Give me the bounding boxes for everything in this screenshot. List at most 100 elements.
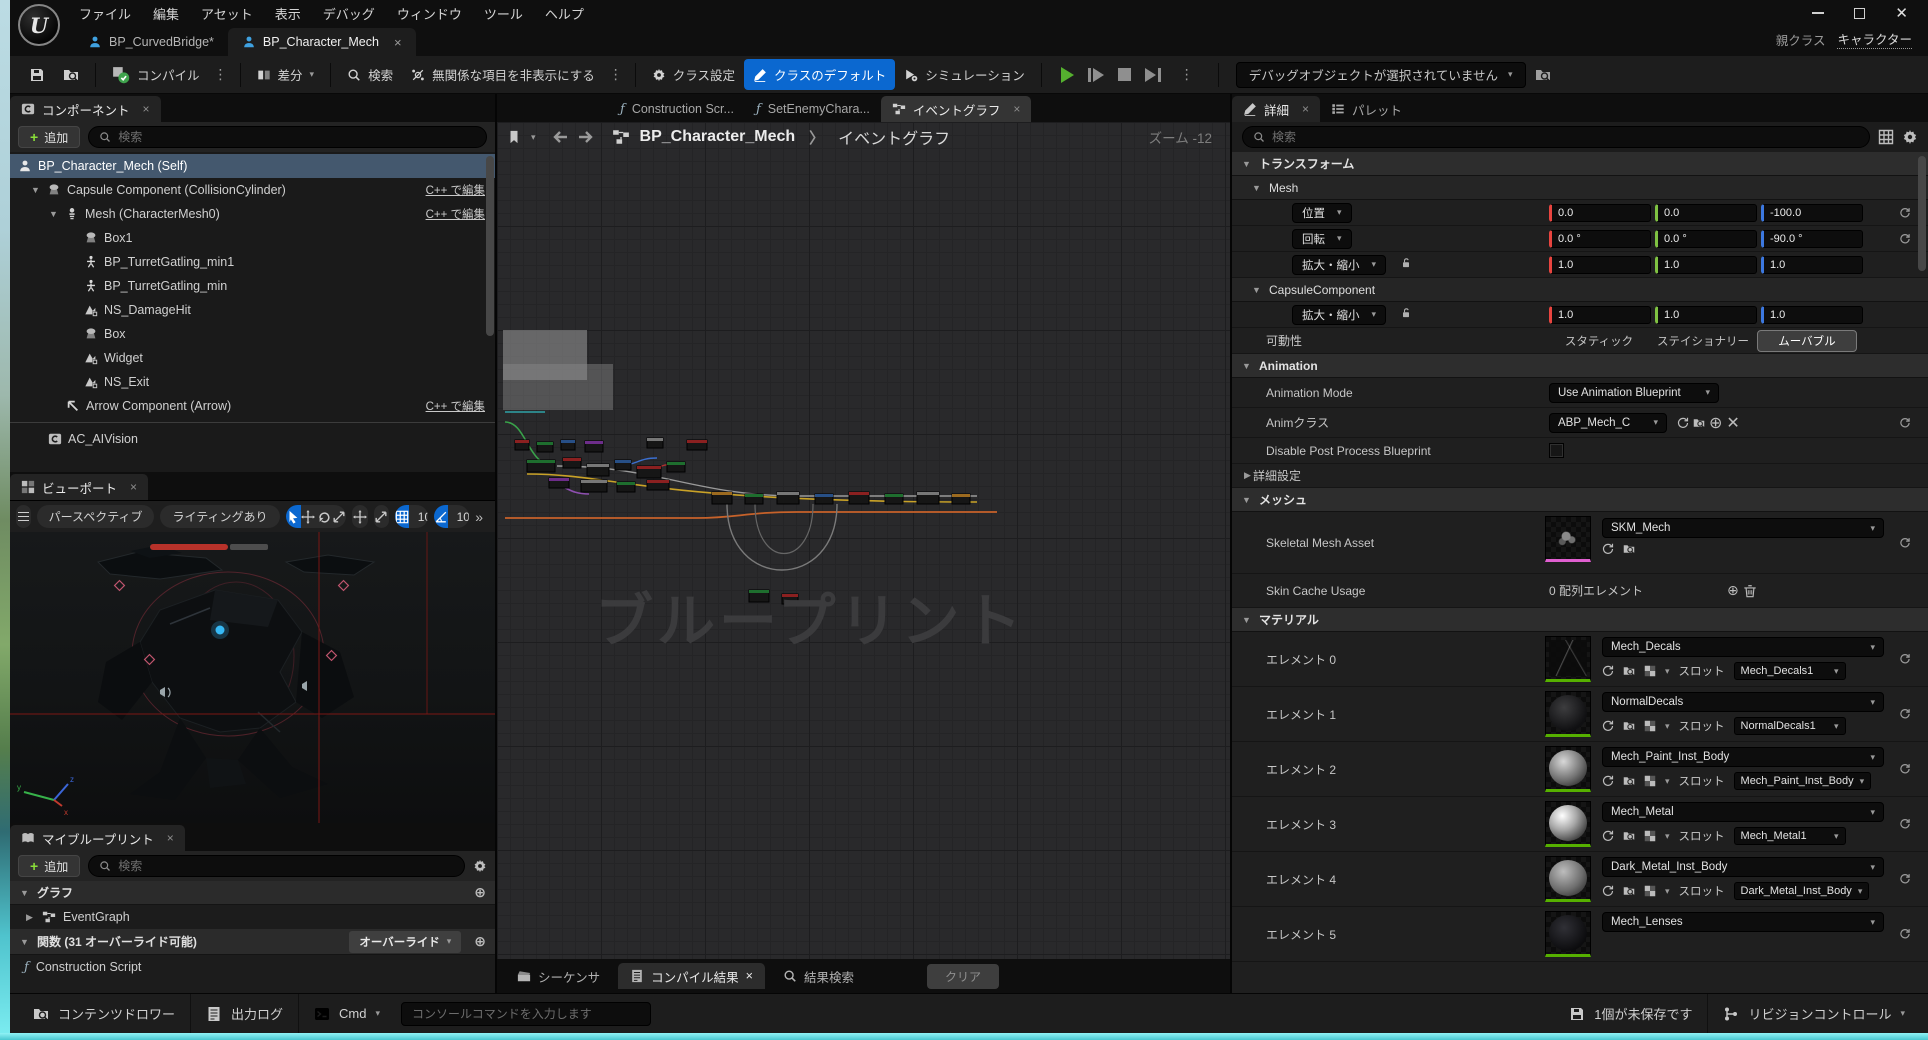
output-log-button[interactable]: 出力ログ: [191, 994, 298, 1033]
unsaved-assets-button[interactable]: 1個が未保存です: [1554, 994, 1707, 1033]
tree-row-arrow-component[interactable]: Arrow Component (Arrow) C++ で編集: [10, 394, 495, 418]
surface-snap-icon[interactable]: [374, 505, 389, 528]
clear-button[interactable]: クリア: [927, 964, 999, 989]
details-settings-icon[interactable]: [1902, 129, 1918, 145]
slot-name-field[interactable]: Mech_Paint_Inst_Body ▾: [1734, 772, 1872, 790]
event-graph-canvas[interactable]: ブループリント: [497, 122, 1230, 959]
material-thumbnail[interactable]: [1545, 801, 1591, 847]
add-graph-icon[interactable]: ⊕: [474, 884, 486, 901]
rotation-z-field[interactable]: -90.0 °: [1761, 230, 1863, 248]
rotation-dropdown[interactable]: 回転 ▾: [1292, 229, 1352, 249]
tree-row-ns-exit[interactable]: NS_Exit: [10, 370, 495, 394]
material-dropdown[interactable]: Mech_Metal ▾: [1602, 802, 1884, 822]
material-thumbnail[interactable]: [1545, 856, 1591, 902]
rotation-snap-value[interactable]: 10°: [448, 505, 470, 528]
diff-button[interactable]: 差分 ▾: [248, 59, 324, 90]
reset-to-default-icon[interactable]: [1894, 873, 1916, 885]
skeletal-mesh-thumbnail[interactable]: [1545, 516, 1591, 562]
breadcrumb-current[interactable]: イベントグラフ: [838, 125, 950, 149]
use-selected-asset-icon[interactable]: [1677, 417, 1689, 429]
browse-asset-button[interactable]: [54, 61, 88, 89]
grid-snap-value[interactable]: 10: [409, 505, 428, 528]
tab-construction-script-graph[interactable]: ƒ Construction Scr...: [609, 96, 745, 122]
expander-icon[interactable]: ▼: [1241, 495, 1252, 505]
material-dropdown[interactable]: Mech_Decals ▾: [1602, 637, 1884, 657]
tab-close-icon[interactable]: ×: [746, 969, 753, 983]
browse-to-asset-icon[interactable]: [1623, 543, 1635, 555]
menu-asset[interactable]: アセット: [190, 0, 264, 28]
move-tool-icon[interactable]: [301, 505, 316, 528]
material-options-icon[interactable]: [1644, 830, 1656, 842]
play-options-kebab-icon[interactable]: ⋮: [1175, 66, 1199, 83]
viewport-menu-icon[interactable]: [16, 505, 31, 528]
reset-to-default-icon[interactable]: [1894, 233, 1916, 245]
reset-to-default-icon[interactable]: [1894, 417, 1916, 429]
override-dropdown[interactable]: オーバーライド ▾: [349, 931, 461, 953]
expander-icon[interactable]: ▼: [1241, 361, 1252, 371]
debug-browse-button[interactable]: [1526, 61, 1560, 89]
subsection-capsule-component[interactable]: ▼ CapsuleComponent: [1232, 278, 1928, 302]
tree-row-box[interactable]: Box: [10, 322, 495, 346]
add-array-element-icon[interactable]: ⊕: [1727, 582, 1739, 599]
tab-details[interactable]: 詳細 ×: [1232, 96, 1320, 122]
tab-sequencer[interactable]: シーケンサ: [505, 963, 612, 989]
use-selected-asset-icon[interactable]: [1602, 830, 1614, 842]
reset-to-default-icon[interactable]: [1894, 207, 1916, 219]
mobility-stationary-option[interactable]: ステイショナリー: [1649, 331, 1757, 351]
expander-icon[interactable]: ▼: [1241, 159, 1252, 169]
back-icon[interactable]: [552, 129, 568, 145]
reset-to-default-icon[interactable]: [1894, 653, 1916, 665]
section-mesh[interactable]: ▼ メッシュ: [1232, 488, 1928, 512]
class-defaults-button[interactable]: クラスのデフォルト: [744, 59, 895, 90]
browse-to-asset-icon[interactable]: [1623, 885, 1635, 897]
toolbar-overflow-icon[interactable]: »: [475, 509, 489, 525]
material-dropdown[interactable]: Dark_Metal_Inst_Body ▾: [1602, 857, 1884, 877]
scale-x-field[interactable]: 1.0: [1549, 256, 1651, 274]
location-x-field[interactable]: 0.0: [1549, 204, 1651, 222]
expander-icon[interactable]: ▼: [1241, 615, 1252, 625]
chevron-down-icon[interactable]: ▾: [531, 132, 536, 143]
expander-icon[interactable]: ▼: [19, 888, 30, 898]
select-tool-icon[interactable]: [286, 505, 301, 528]
section-transform[interactable]: ▼ トランスフォーム: [1232, 152, 1928, 176]
tab-my-blueprint[interactable]: マイブループリント ×: [10, 825, 185, 851]
display-options-icon[interactable]: [1878, 129, 1894, 145]
tree-row-self[interactable]: BP_Character_Mech (Self): [10, 154, 495, 178]
menu-tools[interactable]: ツール: [473, 0, 534, 28]
use-selected-asset-icon[interactable]: [1602, 775, 1614, 787]
material-dropdown[interactable]: Mech_Lenses ▾: [1602, 912, 1884, 932]
tab-components[interactable]: コンポーネント ×: [10, 96, 161, 122]
rotation-snap-icon[interactable]: [434, 505, 448, 528]
event-graph-row[interactable]: ▶ EventGraph: [10, 905, 495, 929]
tree-row-turretgatling-min1[interactable]: BP_TurretGatling_min1: [10, 250, 495, 274]
skip-to-end-icon[interactable]: [1145, 68, 1161, 82]
scale-lock-icon[interactable]: [1400, 256, 1412, 274]
rotation-y-field[interactable]: 0.0 °: [1655, 230, 1757, 248]
details-scrollbar[interactable]: [1918, 156, 1926, 271]
menu-debug[interactable]: デバッグ: [312, 0, 386, 28]
expander-icon[interactable]: ▼: [1251, 285, 1262, 295]
find-button[interactable]: 検索: [338, 59, 402, 90]
tab-viewport[interactable]: ビューポート ×: [10, 474, 148, 500]
my-blueprint-settings-icon[interactable]: [473, 859, 487, 873]
rotation-x-field[interactable]: 0.0 °: [1549, 230, 1651, 248]
graphs-section-header[interactable]: ▼ グラフ ⊕: [10, 881, 495, 905]
menu-view[interactable]: 表示: [264, 0, 312, 28]
hide-unrelated-button[interactable]: 無関係な項目を非表示にする: [402, 59, 604, 90]
tree-row-turretgatling-min[interactable]: BP_TurretGatling_min: [10, 274, 495, 298]
location-z-field[interactable]: -100.0: [1761, 204, 1863, 222]
clear-array-icon[interactable]: [1743, 584, 1757, 598]
subsection-mesh[interactable]: ▼ Mesh: [1232, 176, 1928, 200]
perspective-dropdown[interactable]: パースペクティブ: [37, 505, 155, 528]
cmd-dropdown[interactable]: Cmd ▾: [299, 994, 395, 1033]
slot-name-field[interactable]: NormalDecals1 ▾: [1734, 717, 1846, 735]
material-options-icon[interactable]: [1644, 665, 1656, 677]
minimize-button[interactable]: [1812, 12, 1824, 14]
disable-post-process-checkbox[interactable]: [1549, 443, 1564, 458]
components-search-input[interactable]: [118, 130, 476, 144]
expander-icon[interactable]: ▶: [24, 912, 35, 923]
section-animation[interactable]: ▼ Animation: [1232, 354, 1928, 378]
rotate-tool-icon[interactable]: [316, 505, 331, 528]
menu-help[interactable]: ヘルプ: [534, 0, 595, 28]
capsule-scale-z-field[interactable]: 1.0: [1761, 306, 1863, 324]
